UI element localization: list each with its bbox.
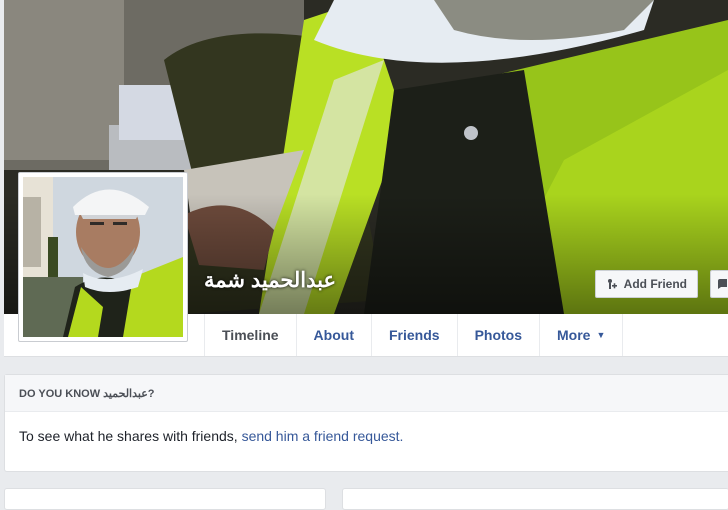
tab-label: Photos [474,327,523,343]
tab-label: Timeline [222,327,279,343]
tab-label: More [557,327,591,343]
add-friend-button[interactable]: Add Friend [594,270,698,298]
tab-about[interactable]: About [295,314,371,356]
avatar-image [23,177,183,337]
tab-more[interactable]: More ▼ [539,314,624,356]
tab-friends[interactable]: Friends [370,314,457,356]
message-button[interactable] [710,270,728,298]
tab-timeline[interactable]: Timeline [204,314,296,356]
profile-name[interactable]: عبدالحميد شمة [204,268,364,293]
cover-actions: Add Friend [594,270,728,298]
card-text: To see what he shares with friends, [19,428,242,444]
message-icon [718,279,727,289]
tab-label: Friends [388,327,440,343]
friend-request-link[interactable]: send him a friend request. [242,428,404,444]
add-friend-label: Add Friend [623,277,687,291]
friend-request-card: DO YOU KNOW عبدالحميد? To see what he sh… [4,374,728,472]
card-body: To see what he shares with friends, send… [5,412,728,460]
tab-label: About [313,327,354,343]
profile-tabs: Timeline About Friends Photos More ▼ [204,314,624,356]
intro-card-edge [4,488,326,510]
card-heading: DO YOU KNOW عبدالحميد? [5,375,728,412]
posts-card-edge [342,488,728,510]
tab-photos[interactable]: Photos [456,314,539,356]
profile-picture[interactable] [18,172,188,342]
chevron-down-icon: ▼ [596,330,606,340]
add-friend-icon [607,279,617,289]
